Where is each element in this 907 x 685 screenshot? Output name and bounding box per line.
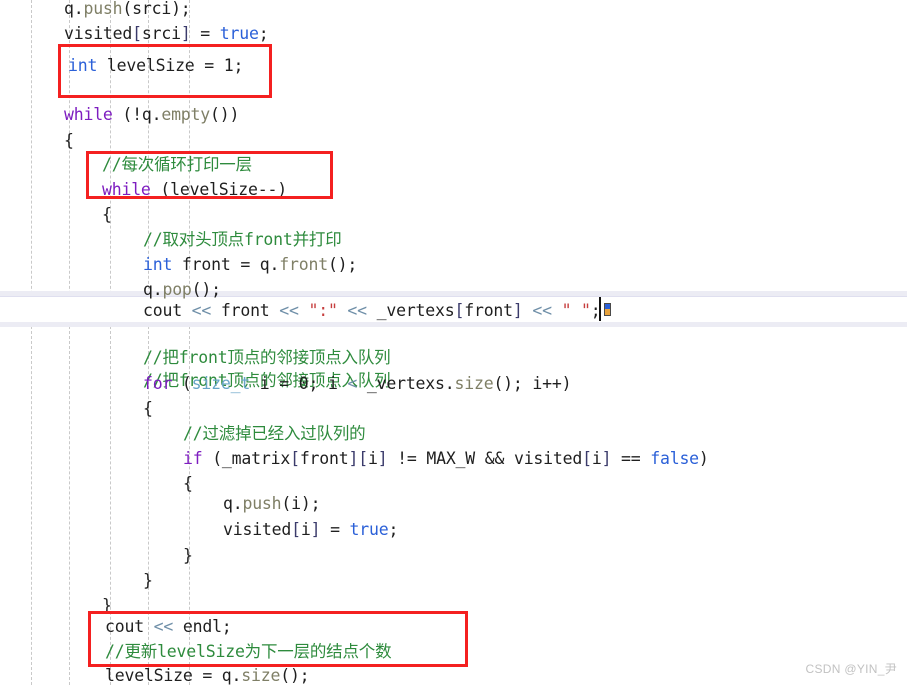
code-line[interactable]: for (size_t i = 0; i < _vertexs.size(); … [143,371,572,397]
code-line[interactable]: //取对头顶点front并打印 [143,227,342,253]
code-line[interactable]: { [102,202,112,228]
code-line[interactable]: q.push(i); [223,491,321,517]
code-line[interactable]: } [143,568,153,594]
quick-action-marker-icon[interactable] [604,303,611,316]
code-line[interactable]: //过滤掉已经入过队列的 [183,421,366,447]
code-line[interactable]: int front = q.front(); [143,252,357,278]
text-caret [599,297,601,321]
code-line[interactable]: } [183,543,193,569]
code-line[interactable]: if (_matrix[front][i] != MAX_W && visite… [183,446,709,472]
code-line[interactable]: { [143,396,153,422]
code-line[interactable]: visited[i] = true; [223,517,398,543]
code-line[interactable]: //把front顶点的邻接顶点入队列 [143,345,391,371]
code-editor[interactable]: q.push(srci); visited[srci] = true; int … [0,0,907,685]
csdn-watermark: CSDN @YIN_尹 [805,662,897,676]
code-line[interactable]: while (levelSize--) [102,177,287,203]
code-line[interactable]: levelSize = q.size(); [105,663,310,685]
code-line[interactable]: while (!q.empty()) [64,102,239,128]
code-line[interactable]: int levelSize = 1; [68,53,243,79]
indent-guide-1 [31,0,32,685]
code-line[interactable]: { [183,471,193,497]
code-line[interactable]: visited[srci] = true; [64,21,269,47]
current-line-band-top [0,291,907,296]
code-line[interactable]: q.push(srci); [64,0,191,22]
code-line[interactable]: cout << endl; [105,614,232,640]
code-line[interactable]: { [64,128,74,154]
code-line[interactable]: cout << front << ":" << _vertexs[front] … [143,298,601,324]
code-line[interactable]: //每次循环打印一层 [102,152,252,178]
code-line[interactable]: //更新levelSize为下一层的结点个数 [105,639,392,665]
